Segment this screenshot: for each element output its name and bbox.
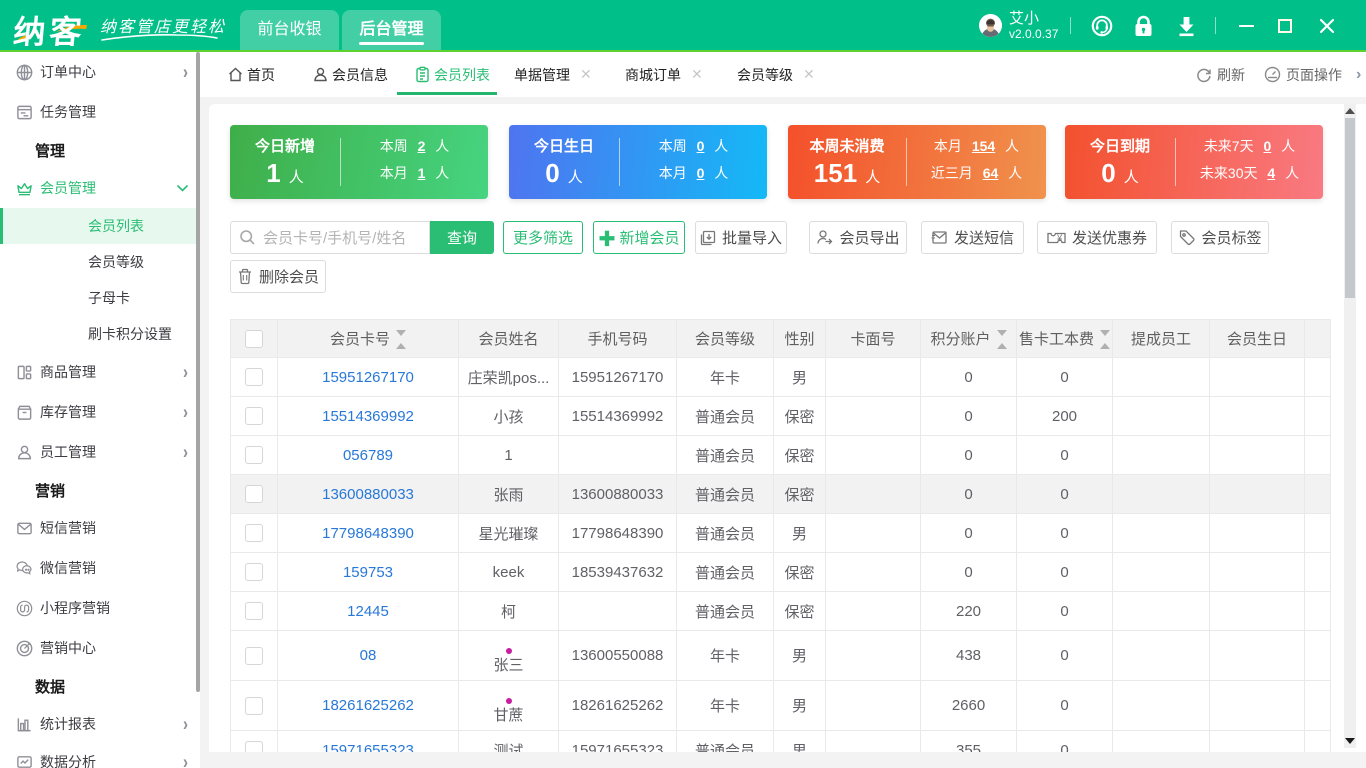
svg-text:¥: ¥ (1056, 233, 1063, 243)
